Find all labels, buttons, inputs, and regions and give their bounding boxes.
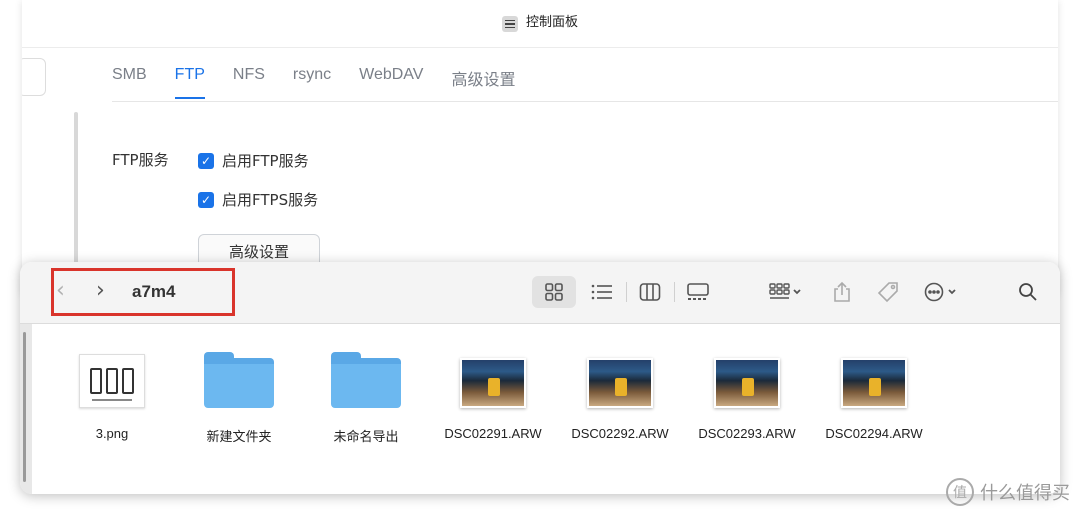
file-item[interactable]: 未命名导出	[304, 346, 428, 445]
icon-view-button[interactable]	[532, 276, 576, 308]
control-panel-title: 控制面板	[525, 15, 578, 30]
tab-ftp[interactable]: FTP	[174, 66, 206, 102]
photo-thumbnail-icon	[587, 358, 653, 408]
search-button[interactable]	[1006, 276, 1050, 308]
control-panel-window: 控制面板 SMB FTP NFS rsync WebDAV 高级设置 FTP服务…	[22, 0, 1058, 300]
columns-icon	[639, 283, 661, 301]
file-name: DSC02292.ARW	[571, 426, 669, 441]
search-icon	[1019, 283, 1037, 301]
group-grid-icon	[769, 283, 801, 299]
tag-button[interactable]	[866, 276, 910, 308]
watermark-text: 什么值得买	[980, 483, 1070, 504]
file-item[interactable]: DSC02292.ARW	[558, 346, 682, 441]
control-panel-titlebar: 控制面板	[22, 0, 1058, 48]
share-button[interactable]	[820, 276, 864, 308]
annotation-highlight-box	[51, 268, 235, 316]
photo-thumbnail-icon	[841, 358, 907, 408]
file-name: 新建文件夹	[206, 429, 272, 444]
image-thumbnail-icon	[79, 354, 145, 408]
tab-advanced[interactable]: 高级设置	[451, 66, 515, 102]
tag-icon	[877, 282, 898, 303]
file-grid: 3.png 新建文件夹 未命名导出 DSC02291.ARW DSC02292.…	[50, 346, 1060, 446]
finder-window: ‹ › a7m4 3.png 新建文件夹 未命名导出 DSC02291.ARW …	[20, 262, 1060, 494]
photo-thumbnail-icon	[460, 358, 526, 408]
toolbar-separator	[626, 282, 627, 302]
grid-icon	[545, 283, 563, 301]
sidebar-search-box[interactable]	[22, 58, 46, 96]
file-item[interactable]: 3.png	[50, 346, 174, 441]
file-name: DSC02291.ARW	[444, 426, 542, 441]
enable-ftps-option[interactable]: ✓ 启用FTPS服务	[198, 189, 318, 210]
file-name: DSC02294.ARW	[825, 426, 923, 441]
group-by-button[interactable]	[762, 276, 810, 308]
tab-nfs[interactable]: NFS	[233, 66, 265, 102]
file-service-tabs: SMB FTP NFS rsync WebDAV 高级设置	[112, 52, 1058, 102]
column-view-button[interactable]	[628, 276, 672, 308]
more-actions-button[interactable]	[918, 276, 966, 308]
tab-smb[interactable]: SMB	[112, 66, 147, 102]
file-item[interactable]: DSC02291.ARW	[431, 346, 555, 441]
finder-toolbar: ‹ › a7m4	[20, 262, 1060, 324]
watermark: 值 什么值得买	[946, 478, 1070, 506]
tab-rsync[interactable]: rsync	[293, 66, 331, 102]
enable-ftp-option[interactable]: ✓ 启用FTP服务	[198, 150, 309, 171]
list-icon	[591, 284, 612, 300]
toolbar-separator	[674, 282, 675, 302]
watermark-logo-icon: 值	[946, 478, 974, 506]
control-panel-icon	[501, 16, 518, 32]
gallery-view-button[interactable]	[676, 276, 720, 308]
file-name: 3.png	[95, 426, 129, 441]
file-item[interactable]: DSC02293.ARW	[685, 346, 809, 441]
finder-sidebar-scrollbar[interactable]	[20, 324, 32, 494]
file-name: 未命名导出	[333, 429, 399, 444]
ellipsis-circle-icon	[924, 282, 956, 302]
file-item[interactable]: 新建文件夹	[177, 346, 301, 445]
enable-ftps-checkbox[interactable]: ✓	[198, 191, 214, 208]
tab-webdav[interactable]: WebDAV	[359, 66, 423, 102]
file-item[interactable]: DSC02294.ARW	[812, 346, 936, 441]
enable-ftp-label: 启用FTP服务	[222, 152, 309, 170]
enable-ftp-checkbox[interactable]: ✓	[198, 152, 214, 169]
sidebar-scrollbar[interactable]	[74, 112, 78, 282]
enable-ftps-label: 启用FTPS服务	[222, 191, 319, 209]
ftp-service-label: FTP服务	[112, 151, 169, 169]
share-icon	[834, 281, 850, 302]
folder-icon	[331, 352, 401, 408]
photo-thumbnail-icon	[714, 358, 780, 408]
list-view-button[interactable]	[580, 276, 624, 308]
file-name: DSC02293.ARW	[698, 426, 796, 441]
gallery-icon	[687, 283, 709, 300]
folder-icon	[204, 352, 274, 408]
